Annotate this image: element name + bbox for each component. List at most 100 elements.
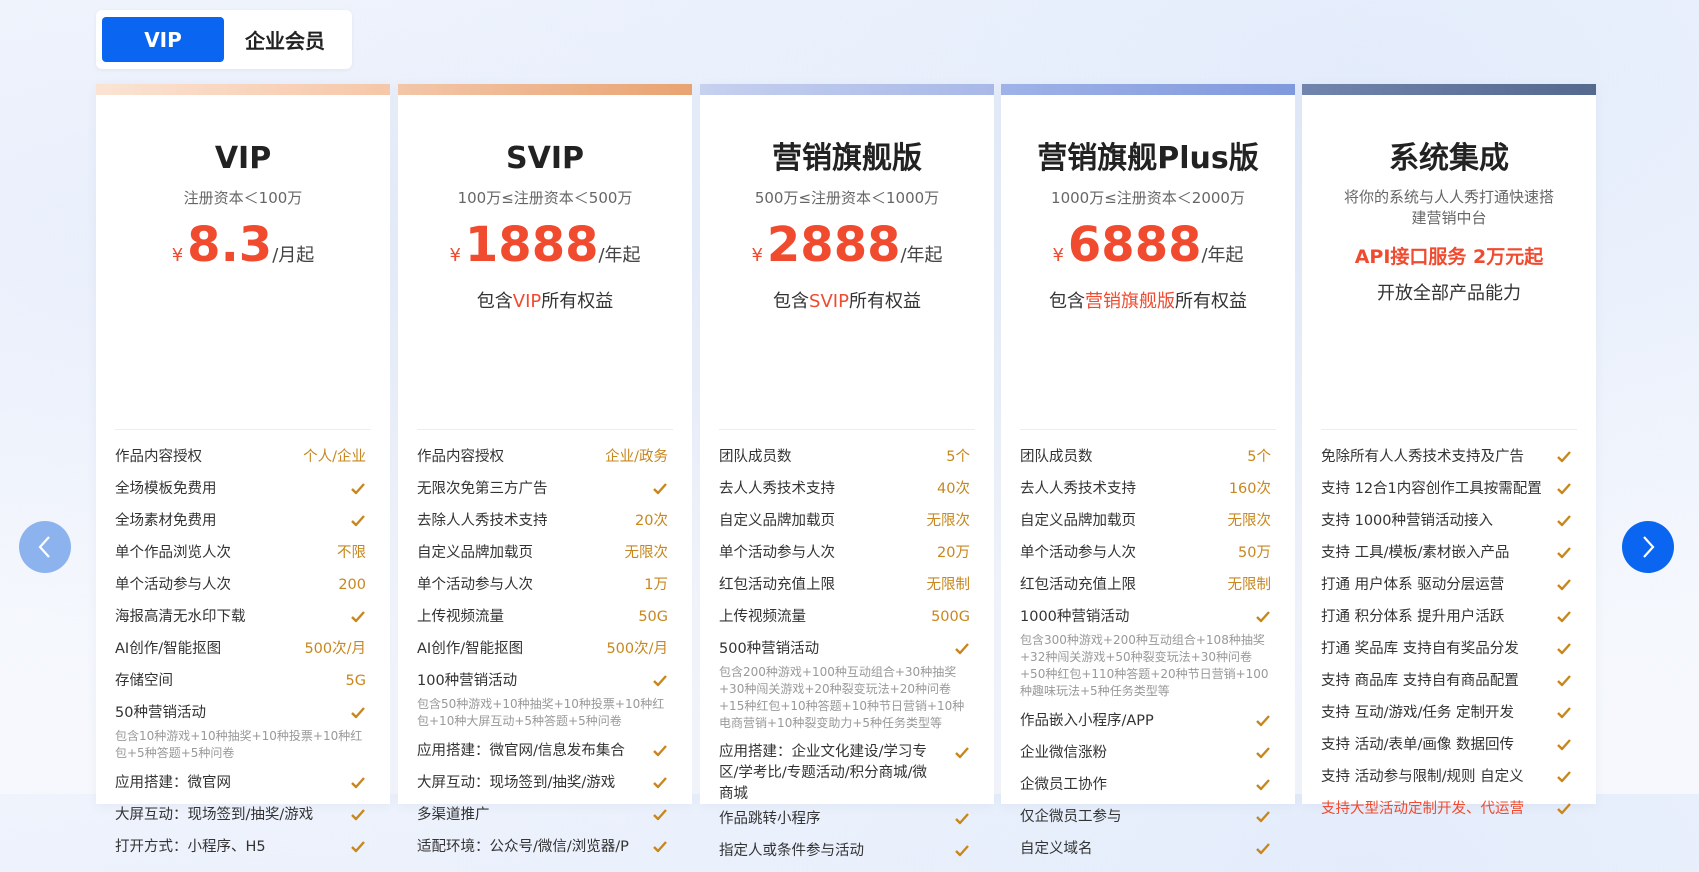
feature-label: 多渠道推广: [417, 807, 490, 823]
feature-label: 作品跳转小程序: [719, 811, 821, 827]
feature-label: AI创作/智能抠图: [417, 641, 524, 657]
feature-row: 多渠道推广: [417, 804, 668, 836]
feature-label: 打开方式：小程序、H5: [115, 839, 266, 855]
divider: [115, 429, 371, 430]
feature-row: 指定人或条件参与活动: [719, 840, 970, 872]
check-icon: [1255, 746, 1271, 760]
check-icon: [1556, 610, 1572, 624]
feature-value: 160次: [1228, 481, 1271, 497]
feature-row: 团队成员数 5个: [1020, 446, 1271, 478]
check-icon: [1556, 674, 1572, 688]
feature-value: 无限次: [1227, 513, 1272, 529]
plan-price: ¥6888/年起: [1001, 217, 1295, 273]
check-icon: [1556, 450, 1572, 464]
check-icon: [652, 744, 668, 758]
includes-text: 包含SVIP所有权益: [700, 289, 994, 315]
feature-row: 支持 12合1内容创作工具按需配置: [1321, 478, 1572, 510]
feature-row: 企微员工协作: [1020, 774, 1271, 806]
feature-label: 无限次免第三方广告: [417, 481, 548, 497]
plan-condition: 将你的系统与人人秀打通快速搭建营销中台: [1302, 187, 1596, 229]
feature-row: 企业微信涨粉: [1020, 742, 1271, 774]
feature-row: 应用搭建：微官网/信息发布集合: [417, 740, 668, 772]
feature-label: 打通 用户体系 驱动分层运营: [1321, 577, 1505, 593]
plan-name: 营销旗舰版: [772, 141, 922, 176]
feature-row: 支持 工具/模板/素材嵌入产品: [1321, 542, 1572, 574]
divider: [1321, 429, 1577, 430]
prev-button[interactable]: [19, 521, 71, 573]
feature-value: 企业/政务: [605, 449, 668, 465]
feature-row: 团队成员数 5个: [719, 446, 970, 478]
feature-row: 大屏互动：现场签到/抽奖/游戏: [417, 772, 668, 804]
plan-condition: 500万≤注册资本＜1000万: [754, 189, 940, 207]
feature-label: 海报高清无水印下载: [115, 609, 246, 625]
plan-card-svip: SVIP 100万≤注册资本＜500万 ¥1888/年起 包含VIP所有权益 作…: [398, 84, 692, 855]
plan-card-vip: VIP 注册资本＜100万 ¥8.3/月起 作品内容授权 个人/企业 全场模板免费用…: [96, 84, 390, 855]
currency-symbol: ¥: [1052, 245, 1064, 266]
plan-condition: 100万≤注册资本＜500万: [457, 189, 633, 207]
check-icon: [1255, 810, 1271, 824]
feature-label: 去除人人秀技术支持: [417, 513, 548, 529]
feature-label: 自定义域名: [1020, 841, 1093, 857]
tab-vip[interactable]: VIP: [102, 17, 224, 62]
plan-name: 营销旗舰Plus版: [1037, 141, 1259, 176]
feature-label: 团队成员数: [719, 449, 792, 465]
feature-row: 支持大型活动定制开发、代运营: [1321, 798, 1572, 830]
divider: [1020, 429, 1276, 430]
feature-list: 团队成员数 5个 去人人秀技术支持 40次 自定义品牌加载页 无限次 单个活动参与人次 20万…: [719, 446, 970, 872]
check-icon: [1255, 842, 1271, 856]
plan-price: ¥8.3/月起: [96, 217, 390, 273]
check-icon: [652, 482, 668, 496]
feature-label: 自定义品牌加载页: [417, 545, 533, 561]
plan-name: SVIP: [506, 141, 584, 176]
feature-label: 应用搭建：企业文化建设/学习专区/学考比/专题活动/积分商城/微商城: [719, 744, 928, 802]
feature-value: 50G: [638, 609, 668, 625]
feature-list: 团队成员数 5个 去人人秀技术支持 160次 自定义品牌加载页 无限次 单个活动参与人次 50…: [1020, 446, 1271, 870]
feature-label: 仅企微员工参与: [1020, 809, 1122, 825]
feature-label: 100种营销活动: [417, 673, 518, 689]
feature-value: 500次/月: [304, 641, 366, 657]
feature-row: 上传视频流量 500G: [719, 606, 970, 638]
feature-label: 上传视频流量: [719, 609, 806, 625]
price-value: 8.3: [187, 217, 273, 273]
check-icon: [954, 844, 970, 858]
card-top-bar: [398, 84, 692, 95]
feature-label: 企业微信涨粉: [1020, 745, 1107, 761]
feature-row: 适配环境：公众号/微信/浏览器/P: [417, 836, 668, 868]
feature-label: 大屏互动：现场签到/抽奖/游戏: [115, 807, 314, 823]
currency-symbol: ¥: [449, 245, 461, 266]
feature-label: 支持 活动/表单/画像 数据回传: [1321, 737, 1514, 753]
check-icon: [350, 706, 366, 720]
feature-row: 作品嵌入小程序/APP: [1020, 710, 1271, 742]
feature-row: 单个活动参与人次 1万: [417, 574, 668, 606]
includes-suffix: 所有权益: [1175, 291, 1247, 312]
card-top-bar: [700, 84, 994, 95]
feature-row: 支持 活动参与限制/规则 自定义: [1321, 766, 1572, 798]
check-icon: [1255, 610, 1271, 624]
next-button[interactable]: [1622, 521, 1674, 573]
check-icon: [350, 808, 366, 822]
feature-label: 1000种营销活动: [1020, 609, 1130, 625]
feature-value: 个人/企业: [303, 449, 366, 465]
feature-label: 支持 工具/模板/素材嵌入产品: [1321, 545, 1510, 561]
feature-row: 自定义品牌加载页 无限次: [719, 510, 970, 542]
feature-label: 500种营销活动: [719, 641, 820, 657]
feature-note: 包含200种游戏+100种互动组合+30种抽奖+30种闯关游戏+20种裂变玩法+…: [719, 665, 965, 730]
feature-label: 全场素材免费用: [115, 513, 217, 529]
feature-label: 存储空间: [115, 673, 173, 689]
check-icon: [1556, 546, 1572, 560]
feature-label: 自定义品牌加载页: [719, 513, 835, 529]
price-value: 2888: [766, 217, 901, 273]
tab-enterprise[interactable]: 企业会员: [224, 17, 346, 62]
feature-label: 单个活动参与人次: [115, 577, 231, 593]
includes-highlight: SVIP: [809, 291, 849, 312]
includes-text: 包含营销旗舰版所有权益: [1001, 289, 1295, 315]
feature-label: 自定义品牌加载页: [1020, 513, 1136, 529]
feature-label: 去人人秀技术支持: [719, 481, 835, 497]
feature-label: 大屏互动：现场签到/抽奖/游戏: [417, 775, 616, 791]
check-icon: [350, 482, 366, 496]
plan-card-flagship: 营销旗舰版 500万≤注册资本＜1000万 ¥2888/年起 包含SVIP所有权…: [700, 84, 994, 859]
chevron-right-icon: [1643, 536, 1655, 558]
feature-value: 无限制: [926, 577, 971, 593]
check-icon: [1556, 514, 1572, 528]
check-icon: [652, 840, 668, 854]
